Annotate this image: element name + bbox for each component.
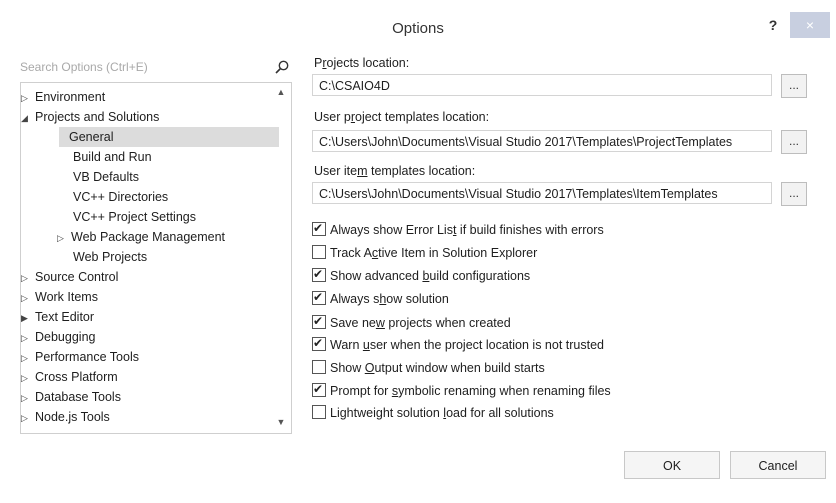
tree-item-label: VC++ Directories	[73, 190, 169, 204]
tree-item-source-control[interactable]: ▷ Source Control	[21, 267, 118, 287]
scroll-down-icon[interactable]: ▼	[275, 417, 287, 429]
tree-item-database-tools[interactable]: ▷ Database Tools	[21, 387, 121, 407]
tree-item-label: VB Defaults	[73, 170, 140, 184]
tree-item-label: Text Editor	[35, 310, 95, 324]
expand-arrow-icon[interactable]: ▷	[21, 268, 35, 288]
tree-item-web-package-management[interactable]: ▷ Web Package Management	[57, 227, 225, 247]
expand-arrow-icon[interactable]: ▷	[21, 408, 35, 428]
expand-arrow-icon[interactable]: ▶	[21, 308, 35, 328]
checkbox-icon[interactable]	[312, 219, 326, 237]
expand-arrow-icon[interactable]: ▷	[21, 288, 35, 308]
close-button[interactable]: ×	[790, 12, 830, 38]
tree-item-label: Projects and Solutions	[35, 110, 160, 124]
projects-location-label: Projects location:	[314, 56, 410, 70]
checkbox-prompt-symbolic-renaming[interactable]: Prompt for symbolic renaming when renami…	[312, 380, 611, 400]
user-project-templates-browse-button[interactable]: ...	[781, 130, 807, 154]
tree-item-cross-platform[interactable]: ▷ Cross Platform	[21, 367, 118, 387]
user-item-templates-label: User item templates location:	[314, 164, 476, 178]
checkbox-icon[interactable]	[312, 380, 326, 398]
tree-item-label: VC++ Project Settings	[73, 210, 196, 224]
checkbox-icon[interactable]	[312, 288, 326, 306]
expand-arrow-icon[interactable]: ▷	[21, 88, 35, 108]
tree-item-vc-directories[interactable]: VC++ Directories	[73, 187, 168, 207]
checkbox-icon[interactable]	[312, 312, 326, 330]
expand-arrow-icon[interactable]: ▷	[21, 328, 35, 348]
tree-item-work-items[interactable]: ▷ Work Items	[21, 287, 98, 307]
tree-item-label: Build and Run	[73, 150, 152, 164]
scroll-up-icon[interactable]: ▲	[275, 87, 287, 99]
checkbox-icon[interactable]	[312, 334, 326, 352]
tree-item-label: Node.js Tools	[35, 410, 110, 424]
search-icon[interactable]	[274, 59, 290, 75]
tree-item-debugging[interactable]: ▷ Debugging	[21, 327, 95, 347]
checkbox-icon[interactable]	[312, 245, 326, 259]
help-button[interactable]: ?	[762, 14, 784, 36]
tree-scrollbar[interactable]: ▲ ▼	[271, 83, 291, 433]
tree-item-label: Web Package Management	[71, 230, 226, 244]
user-project-templates-label: User project templates location:	[314, 110, 490, 124]
user-item-templates-field[interactable]: C:\Users\John\Documents\Visual Studio 20…	[312, 182, 772, 204]
tree-item-label: Performance Tools	[35, 350, 139, 364]
expand-arrow-icon[interactable]: ▷	[21, 348, 35, 368]
checkbox-always-show-solution[interactable]: Always show solution	[312, 288, 449, 308]
checkbox-warn-user-untrusted[interactable]: Warn user when the project location is n…	[312, 334, 604, 354]
checkbox-icon[interactable]	[312, 265, 326, 283]
projects-location-field[interactable]: C:\CSAIO4D	[312, 74, 772, 96]
title-bar: Options ? ×	[0, 0, 836, 58]
tree-item-label: Work Items	[35, 290, 98, 304]
user-project-templates-field[interactable]: C:\Users\John\Documents\Visual Studio 20…	[312, 130, 772, 152]
tree-item-label: Cross Platform	[35, 370, 118, 384]
checkbox-show-advanced-build-configurations[interactable]: Show advanced build configurations	[312, 265, 530, 285]
tree-item-label: General	[69, 130, 114, 144]
expand-arrow-icon[interactable]: ▷	[21, 388, 35, 408]
tree-item-label: Source Control	[35, 270, 119, 284]
ok-button[interactable]: OK	[624, 451, 720, 479]
checkbox-save-new-projects[interactable]: Save new projects when created	[312, 312, 511, 332]
tree-item-label: Debugging	[35, 330, 96, 344]
expand-arrow-icon[interactable]: ▷	[57, 228, 71, 248]
tree-item-text-editor[interactable]: ▶ Text Editor	[21, 307, 94, 327]
checkbox-always-show-error-list[interactable]: Always show Error List if build finishes…	[312, 219, 604, 239]
search-box	[20, 58, 290, 78]
tree-item-projects-and-solutions[interactable]: ◢ Projects and Solutions	[21, 107, 159, 127]
checkbox-icon[interactable]	[312, 360, 326, 374]
search-input[interactable]	[20, 58, 260, 76]
projects-location-browse-button[interactable]: ...	[781, 74, 807, 98]
tree-item-label: Database Tools	[35, 390, 121, 404]
tree-item-environment[interactable]: ▷ Environment	[21, 87, 105, 107]
tree-item-nodejs-tools[interactable]: ▷ Node.js Tools	[21, 407, 110, 427]
checkbox-show-output-window[interactable]: Show Output window when build starts	[312, 359, 545, 377]
user-item-templates-browse-button[interactable]: ...	[781, 182, 807, 206]
checkbox-lightweight-solution-load[interactable]: Lightweight solution load for all soluti…	[312, 404, 554, 422]
dialog-title: Options	[392, 20, 444, 37]
tree-item-performance-tools[interactable]: ▷ Performance Tools	[21, 347, 139, 367]
expand-arrow-icon[interactable]: ▷	[21, 368, 35, 388]
tree-item-build-and-run[interactable]: Build and Run	[73, 147, 152, 167]
tree-item-label: Environment	[35, 90, 106, 104]
collapse-arrow-icon[interactable]: ◢	[21, 108, 35, 128]
cancel-button[interactable]: Cancel	[730, 451, 826, 479]
tree-item-vc-project-settings[interactable]: VC++ Project Settings	[73, 207, 196, 227]
tree-item-general[interactable]: General	[59, 127, 279, 147]
checkbox-track-active-item[interactable]: Track Active Item in Solution Explorer	[312, 244, 537, 262]
tree-item-label: Web Projects	[73, 250, 148, 264]
checkbox-icon[interactable]	[312, 405, 326, 419]
tree-item-vb-defaults[interactable]: VB Defaults	[73, 167, 139, 187]
tree-item-web-projects[interactable]: Web Projects	[73, 247, 147, 267]
options-tree: ▷ Environment ◢ Projects and Solutions Gen…	[20, 82, 292, 434]
